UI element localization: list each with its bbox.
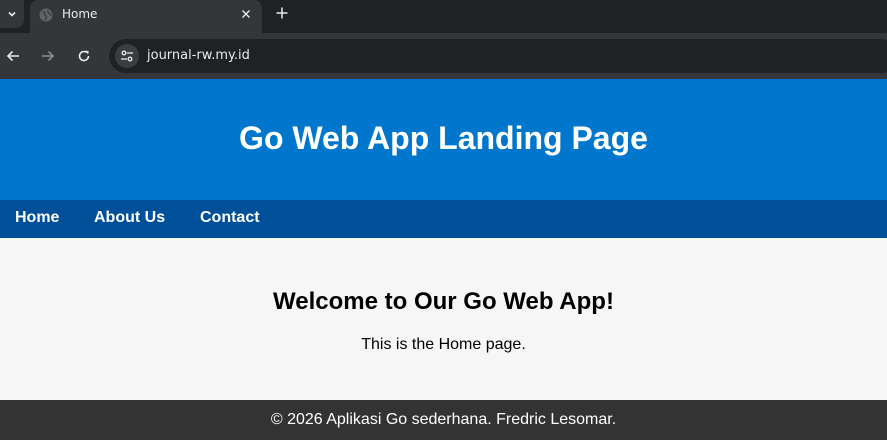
nav-link-contact[interactable]: Contact: [200, 209, 260, 227]
browser-toolbar: journal-rw.my.id: [0, 33, 887, 79]
chevron-down-icon: [8, 11, 16, 17]
browser-tab-strip: Home: [0, 0, 887, 33]
site-info-button[interactable]: [115, 44, 139, 68]
page-description: This is the Home page.: [361, 336, 526, 353]
forward-arrow-icon: [42, 50, 55, 62]
tune-icon: [121, 50, 133, 62]
forward-button[interactable]: [37, 45, 59, 67]
back-button[interactable]: [2, 45, 24, 67]
url-text: journal-rw.my.id: [147, 48, 250, 63]
active-tab[interactable]: Home: [30, 0, 262, 33]
close-icon: [242, 10, 250, 18]
tab-close-button[interactable]: [237, 5, 255, 23]
site-footer: © 2026 Aplikasi Go sederhana. Fredric Le…: [0, 400, 887, 440]
plus-icon: [276, 7, 288, 19]
nav-link-about-us[interactable]: About Us: [94, 209, 165, 227]
page-title: Go Web App Landing Page: [239, 120, 648, 156]
welcome-heading: Welcome to Our Go Web App!: [273, 288, 614, 315]
nav-link-home[interactable]: Home: [15, 209, 59, 227]
main-content: Welcome to Our Go Web App! This is the H…: [0, 238, 887, 400]
site-header: Go Web App Landing Page: [0, 79, 887, 200]
address-bar[interactable]: journal-rw.my.id: [109, 39, 887, 73]
new-tab-button[interactable]: [273, 4, 291, 22]
back-arrow-icon: [6, 50, 19, 62]
tab-title: Home: [62, 7, 98, 21]
footer-text: © 2026 Aplikasi Go sederhana. Fredric Le…: [270, 411, 617, 428]
reload-button[interactable]: [73, 45, 95, 67]
globe-icon: [39, 8, 53, 22]
main-nav: Home About Us Contact: [0, 200, 887, 238]
reload-icon: [78, 50, 90, 62]
tab-search-button[interactable]: [0, 0, 24, 28]
